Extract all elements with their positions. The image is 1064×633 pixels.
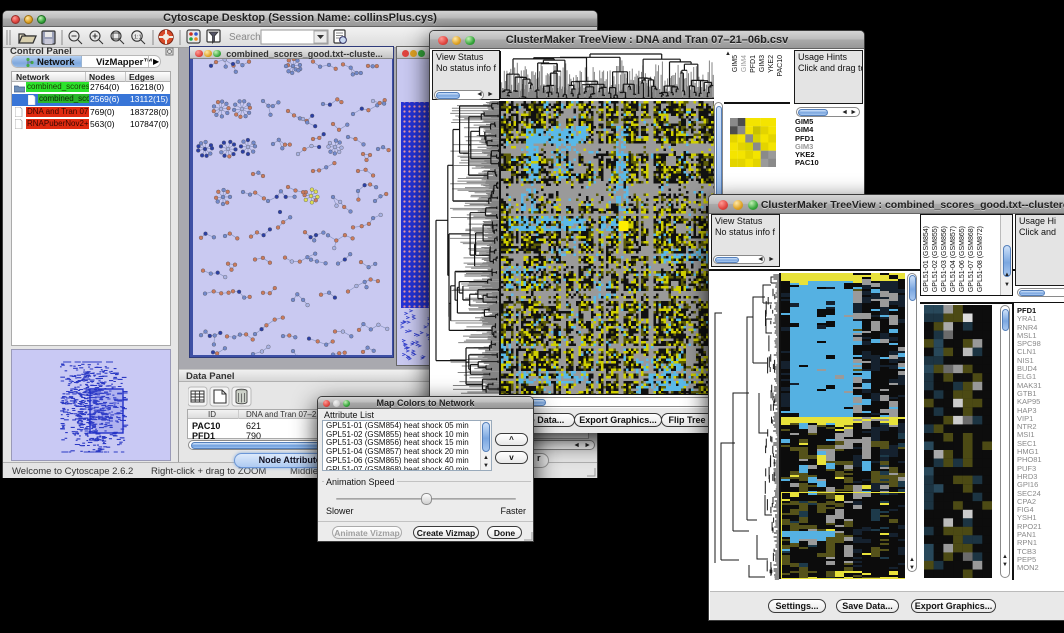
svg-text:Search:: Search: xyxy=(229,32,263,43)
svg-text:1:1: 1:1 xyxy=(134,35,142,41)
